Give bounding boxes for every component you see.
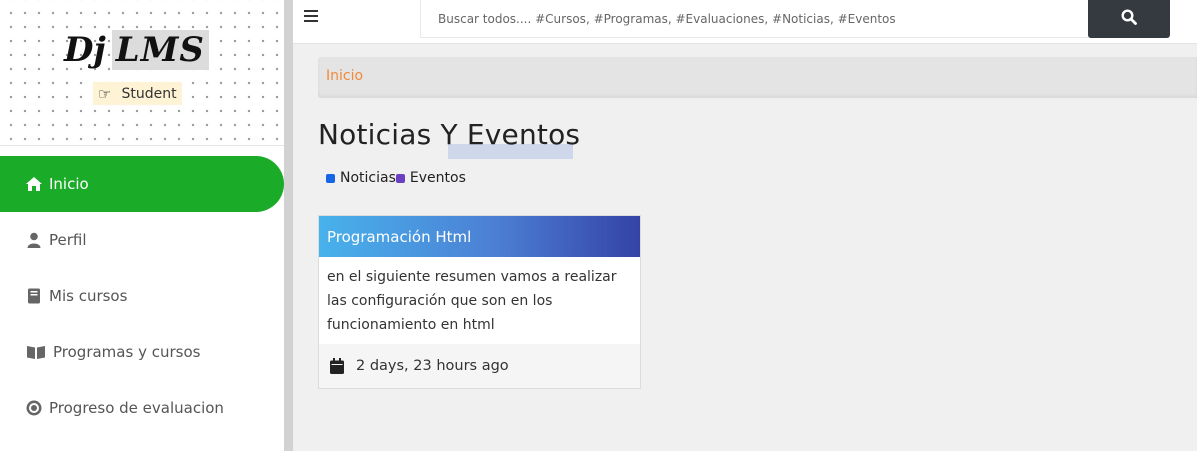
brand-panel: Dj LMS ☞ Student xyxy=(0,0,284,146)
legend-label: Eventos xyxy=(409,170,466,186)
hamburger-menu-icon[interactable] xyxy=(304,8,320,26)
card-footer: 2 days, 23 hours ago xyxy=(319,344,640,388)
calendar-icon xyxy=(330,358,344,374)
sidebar-item-label: Perfil xyxy=(49,231,87,249)
logo-highlight: LMS xyxy=(111,30,209,70)
breadcrumb-home-link[interactable]: Inicio xyxy=(326,68,363,84)
sidebar-item-perfil[interactable]: Perfil xyxy=(0,212,284,268)
sidebar-item-inicio[interactable]: Inicio xyxy=(0,156,284,212)
sidebar-item-programas[interactable]: Programas y cursos xyxy=(0,324,284,380)
page-title: Noticias Y Eventos xyxy=(318,118,581,151)
role-badge: ☞ Student xyxy=(93,82,182,105)
book-icon xyxy=(25,288,43,304)
legend-item-noticias: Noticias xyxy=(326,170,396,186)
card-summary: en el siguiente resumen vamos a realizar… xyxy=(327,269,617,333)
search-icon xyxy=(1121,9,1137,29)
news-card[interactable]: Programación Html en el siguiente resume… xyxy=(318,215,641,389)
search-input[interactable] xyxy=(420,0,1089,38)
home-icon xyxy=(25,176,43,192)
sidebar-item-progreso[interactable]: Progreso de evaluacion xyxy=(0,380,284,436)
sidebar-scrollbar[interactable] xyxy=(284,0,293,451)
sidebar-item-label: Mis cursos xyxy=(49,287,128,305)
card-date: 2 days, 23 hours ago xyxy=(356,358,509,374)
sidebar-item-mis-cursos[interactable]: Mis cursos xyxy=(0,268,284,324)
sidebar: Dj LMS ☞ Student Inicio Perfil Mis curso… xyxy=(0,0,284,451)
book-open-icon xyxy=(25,345,47,360)
sidebar-item-label: Progreso de evaluacion xyxy=(49,399,224,417)
sidebar-nav: Inicio Perfil Mis cursos Programas y cur… xyxy=(0,156,284,436)
sidebar-item-label: Inicio xyxy=(49,175,89,193)
legend-label: Noticias xyxy=(340,170,396,186)
legend-swatch-noticias xyxy=(326,173,335,183)
topbar xyxy=(293,0,1197,44)
logo[interactable]: Dj LMS xyxy=(64,28,209,72)
legend-item-eventos: Eventos xyxy=(395,170,466,186)
search-button[interactable] xyxy=(1088,0,1170,38)
hand-point-right-icon: ☞ xyxy=(98,84,112,103)
sidebar-item-label: Programas y cursos xyxy=(53,343,201,361)
breadcrumb: Inicio xyxy=(318,57,1197,98)
category-legend: Noticias Eventos xyxy=(326,170,466,186)
role-label: Student xyxy=(121,85,177,102)
logo-prefix: Dj xyxy=(64,30,106,70)
dot-circle-icon xyxy=(25,400,43,416)
legend-swatch-eventos xyxy=(395,173,405,183)
card-title[interactable]: Programación Html xyxy=(319,216,640,257)
user-icon xyxy=(25,232,43,248)
